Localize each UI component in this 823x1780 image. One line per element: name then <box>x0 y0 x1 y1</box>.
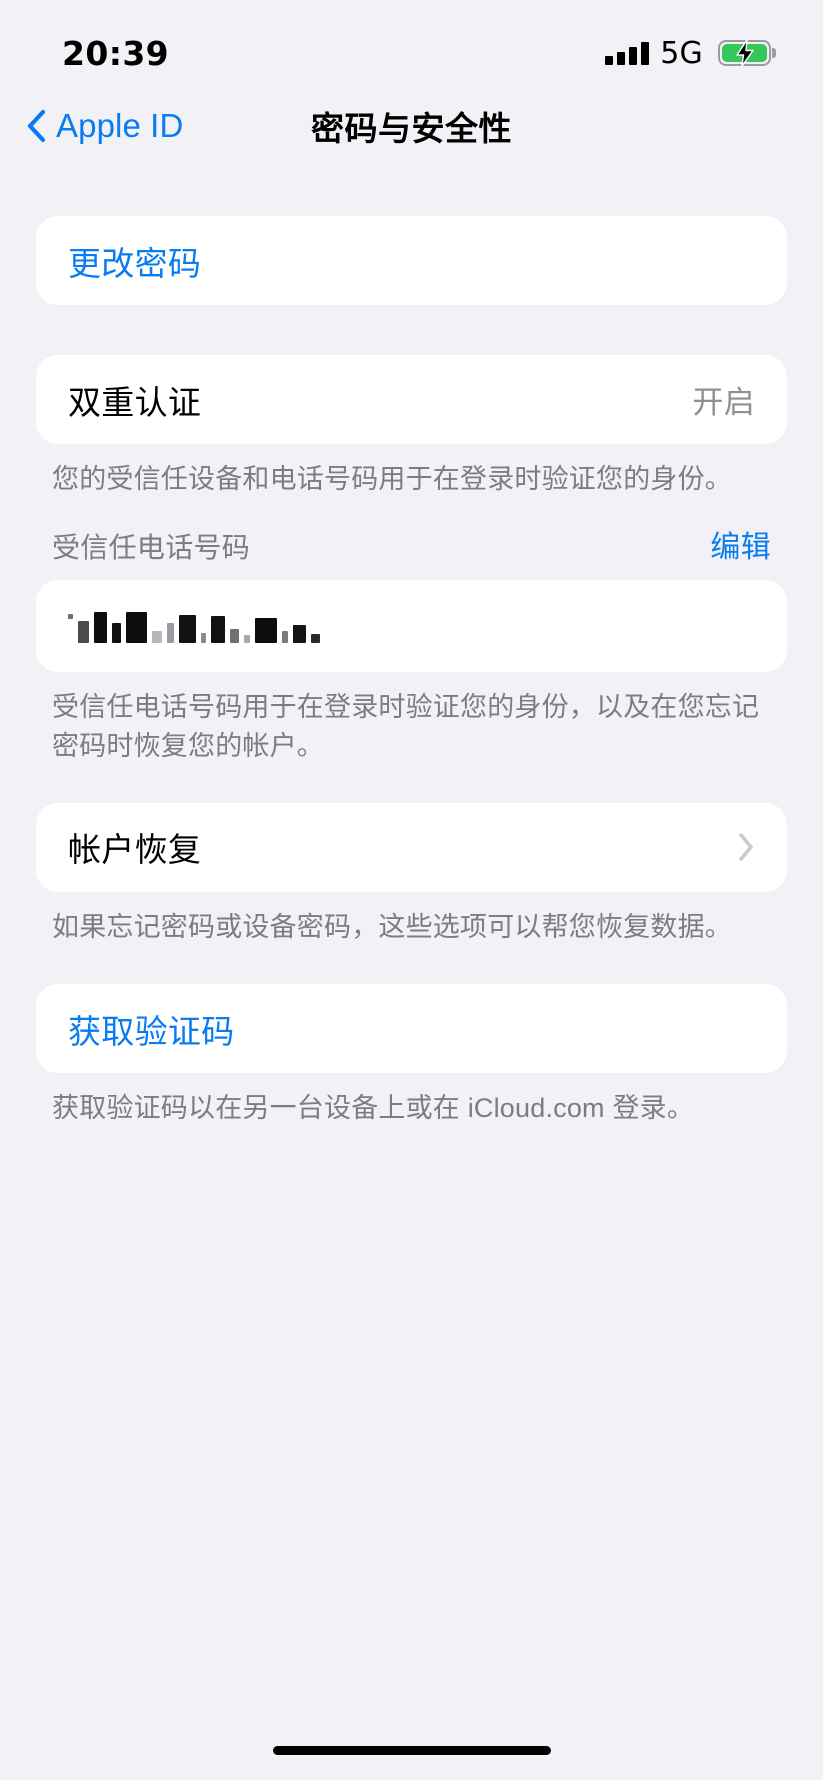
two-factor-card: 双重认证 开启 <box>36 355 787 444</box>
lightning-bolt-icon <box>735 40 754 66</box>
battery-charging-icon <box>718 40 771 66</box>
redacted-phone-number <box>68 609 320 644</box>
account-recovery-label: 帐户恢复 <box>68 831 202 869</box>
trusted-number-row[interactable] <box>36 580 787 672</box>
account-recovery-card: 帐户恢复 <box>36 802 787 892</box>
back-button-label: Apple ID <box>56 107 184 144</box>
get-verification-code-footnote: 获取验证码以在另一台设备上或在 iCloud.com 登录。 <box>52 1093 695 1124</box>
get-verification-code-card: 获取验证码 <box>36 984 787 1074</box>
trusted-numbers-header-label: 受信任电话号码 <box>52 532 251 564</box>
settings-content: 更改密码 双重认证 开启 您的受信任设备和电话号码用于在登录时验证您的身份。 受… <box>0 166 823 1720</box>
account-recovery-row[interactable]: 帐户恢复 <box>36 803 787 892</box>
home-indicator-area <box>0 1720 823 1780</box>
chevron-left-icon <box>27 109 46 143</box>
change-password-row[interactable]: 更改密码 <box>36 216 787 305</box>
two-factor-row[interactable]: 双重认证 开启 <box>36 355 787 444</box>
change-password-label: 更改密码 <box>68 244 202 282</box>
two-factor-status: 开启 <box>692 385 755 420</box>
status-bar: 20:39 5G <box>0 0 823 86</box>
account-recovery-footnote: 如果忘记密码或设备密码，这些选项可以帮您恢复数据。 <box>52 911 732 942</box>
trusted-numbers-header: 受信任电话号码 编辑 <box>36 498 787 580</box>
two-factor-label: 双重认证 <box>68 383 202 421</box>
trusted-number-card <box>36 580 787 673</box>
edit-trusted-numbers-button[interactable]: 编辑 <box>710 522 771 566</box>
home-indicator[interactable] <box>272 1745 551 1755</box>
status-time: 20:39 <box>62 33 170 73</box>
back-button[interactable]: Apple ID <box>0 107 183 145</box>
get-verification-code-row[interactable]: 获取验证码 <box>36 984 787 1073</box>
trusted-numbers-footnote: 受信任电话号码用于在登录时验证您的身份，以及在您忘记密码时恢复您的帐户。 <box>52 692 760 761</box>
cellular-signal-icon <box>605 41 650 65</box>
chevron-right-icon <box>739 833 753 862</box>
navigation-bar: Apple ID 密码与安全性 <box>0 86 823 166</box>
two-factor-footnote: 您的受信任设备和电话号码用于在登录时验证您的身份。 <box>52 464 732 494</box>
settings-screen: 20:39 5G Apple ID 密码与安全性 更改密码 双重认证 开启 您的… <box>0 0 823 1780</box>
change-password-card: 更改密码 <box>36 216 787 305</box>
status-indicators: 5G <box>605 36 771 71</box>
get-verification-code-label: 获取验证码 <box>68 1012 235 1050</box>
network-type-label: 5G <box>660 35 703 71</box>
